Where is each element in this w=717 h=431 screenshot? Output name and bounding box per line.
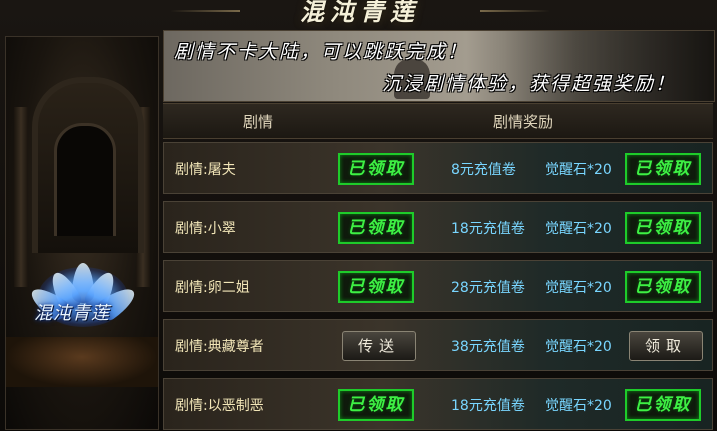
story-name: 剧情:小翠 <box>175 221 236 237</box>
story-name: 剧情:屠夫 <box>175 162 236 178</box>
claim-reward-button[interactable]: 领取 <box>629 331 703 361</box>
banner-line-2: 沉浸剧情体验，获得超强奖励！ <box>382 73 677 95</box>
reward-recharge-voucher: 38元充值卷 <box>451 339 525 355</box>
reward-claimed-stamp: 已领取 <box>625 212 701 244</box>
story-row: 剧情:小翠 已领取 18元充值卷 觉醒石*20 已领取 <box>163 201 713 253</box>
story-claimed-stamp: 已领取 <box>338 389 414 421</box>
reward-claimed-stamp: 已领取 <box>625 271 701 303</box>
teleport-button[interactable]: 传送 <box>342 331 416 361</box>
pillar-left <box>14 107 28 287</box>
reward-recharge-voucher: 18元充值卷 <box>451 221 525 237</box>
reward-claimed-stamp: 已领取 <box>625 389 701 421</box>
reward-awakening-stone: 觉醒石*20 <box>545 339 612 355</box>
window-title: 混沌青莲 <box>300 0 420 26</box>
story-name: 剧情:以恶制恶 <box>175 398 264 414</box>
game-window: 混沌青莲 混沌青莲 剧情不卡大陆，可以跳跃完成！ 沉浸剧情体验，获得超强奖励！ … <box>0 0 717 431</box>
story-row: 剧情:屠夫 已领取 8元充值卷 觉醒石*20 已领取 <box>163 142 713 194</box>
story-name: 剧情:卵二姐 <box>175 280 250 296</box>
lotus-label: 混沌青莲 <box>34 303 110 324</box>
altar-base <box>6 337 158 387</box>
story-row: 剧情:以恶制恶 已领取 18元充值卷 觉醒石*20 已领取 <box>163 378 713 430</box>
story-name: 剧情:典藏尊者 <box>175 339 264 355</box>
header-story: 剧情 <box>243 113 274 131</box>
title-ornament-right <box>480 10 550 12</box>
reward-recharge-voucher: 18元充值卷 <box>451 398 525 414</box>
story-claimed-stamp: 已领取 <box>338 153 414 185</box>
reward-awakening-stone: 觉醒石*20 <box>545 398 612 414</box>
header-story-reward: 剧情奖励 <box>493 113 554 131</box>
reward-recharge-voucher: 8元充值卷 <box>451 162 516 178</box>
table-header: 剧情 剧情奖励 <box>163 103 713 139</box>
stone-archway <box>32 77 144 253</box>
reward-awakening-stone: 觉醒石*20 <box>545 280 612 296</box>
story-claimed-stamp: 已领取 <box>338 271 414 303</box>
reward-awakening-stone: 觉醒石*20 <box>545 221 612 237</box>
reward-awakening-stone: 觉醒石*20 <box>545 162 612 178</box>
story-claimed-stamp: 已领取 <box>338 212 414 244</box>
reward-recharge-voucher: 28元充值卷 <box>451 280 525 296</box>
story-row: 剧情:典藏尊者 传送 38元充值卷 觉醒石*20 领取 <box>163 319 713 371</box>
story-banner: 剧情不卡大陆，可以跳跃完成！ 沉浸剧情体验，获得超强奖励！ <box>163 30 715 102</box>
reward-claimed-stamp: 已领取 <box>625 153 701 185</box>
story-row: 剧情:卵二姐 已领取 28元充值卷 觉醒石*20 已领取 <box>163 260 713 312</box>
left-artwork-panel: 混沌青莲 <box>5 36 159 430</box>
title-ornament-left <box>170 10 240 12</box>
window-title-bar: 混沌青莲 <box>170 0 550 26</box>
banner-line-1: 剧情不卡大陆，可以跳跃完成！ <box>174 41 469 63</box>
